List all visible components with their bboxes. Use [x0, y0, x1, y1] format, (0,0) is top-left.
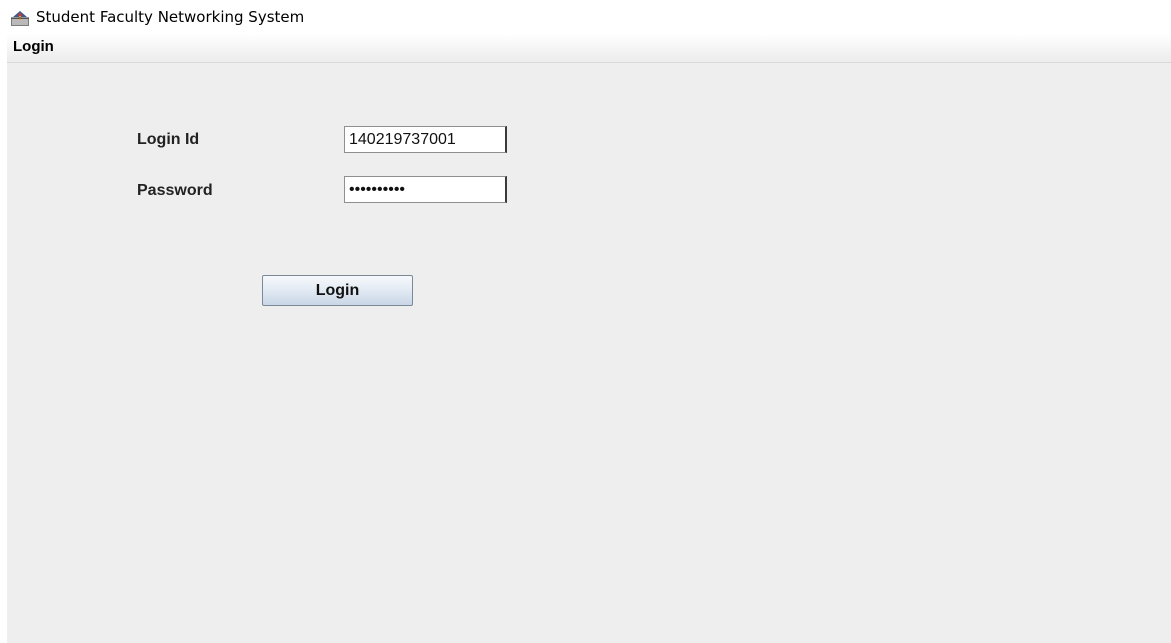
window-titlebar[interactable]: Student Faculty Networking System [0, 0, 1171, 34]
app-window: Student Faculty Networking System Login … [0, 0, 1171, 643]
login-button[interactable]: Login [262, 275, 413, 306]
login-id-label: Login Id [137, 131, 200, 148]
menu-item-login[interactable]: Login [11, 38, 56, 55]
login-panel: Login Id Password Login [7, 63, 1171, 643]
java-app-icon [10, 9, 30, 27]
window-title: Student Faculty Networking System [36, 8, 305, 26]
login-id-field[interactable] [344, 126, 507, 153]
password-field[interactable] [344, 176, 507, 203]
menu-bar: Login [7, 34, 1171, 63]
password-label: Password [137, 182, 213, 199]
